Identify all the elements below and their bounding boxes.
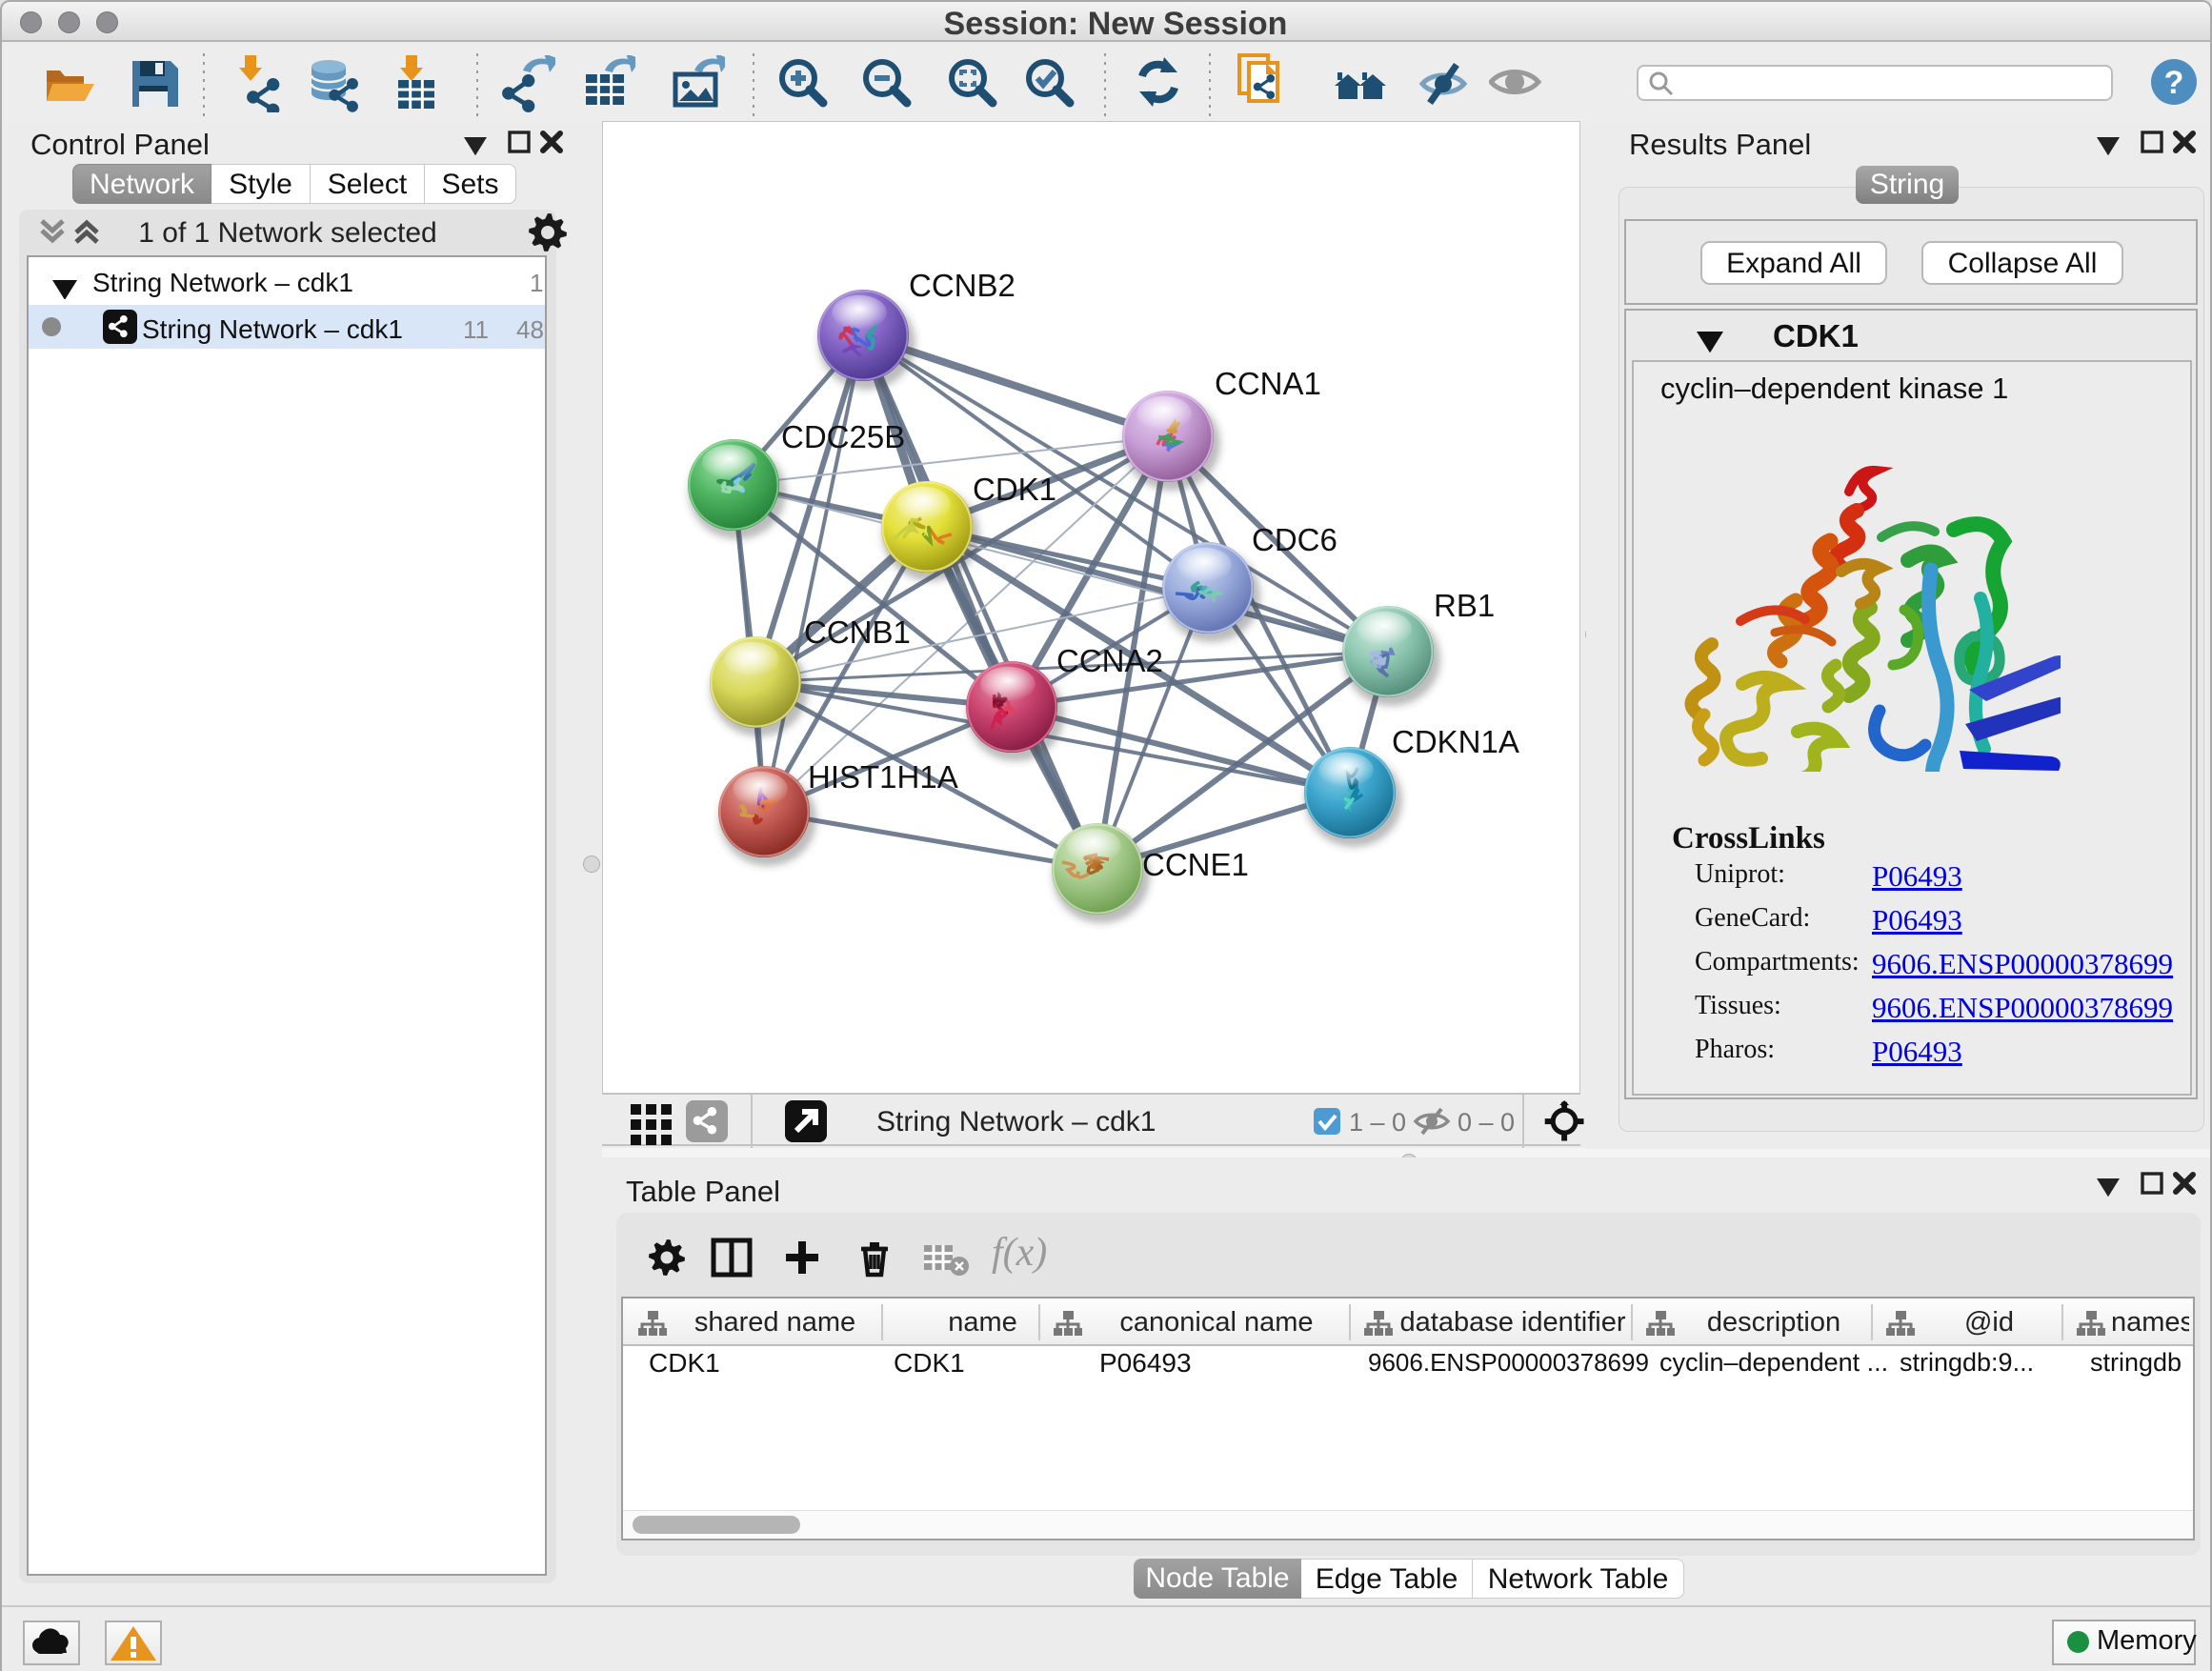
svg-text:CCNE1: CCNE1 — [1142, 847, 1249, 882]
svg-text:?: ? — [2164, 65, 2184, 101]
svg-text:CCNB1: CCNB1 — [804, 614, 911, 650]
svg-text:CCNB2: CCNB2 — [909, 268, 1016, 303]
svg-text:CDC6: CDC6 — [1252, 522, 1337, 557]
svg-text:CCNA2: CCNA2 — [1056, 643, 1163, 678]
svg-text:HIST1H1A: HIST1H1A — [808, 759, 958, 795]
svg-text:CCNA1: CCNA1 — [1215, 366, 1321, 401]
svg-text:CDKN1A: CDKN1A — [1392, 724, 1519, 759]
svg-text:CDK1: CDK1 — [973, 472, 1056, 507]
svg-text:CDC25B: CDC25B — [781, 419, 905, 454]
svg-text:RB1: RB1 — [1434, 588, 1495, 623]
